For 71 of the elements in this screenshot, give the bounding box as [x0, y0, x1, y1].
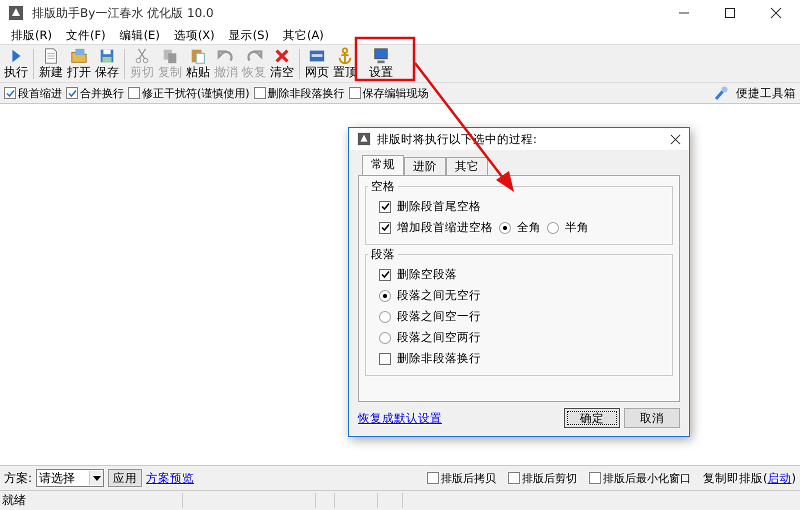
toolbar-button[interactable]: 执行	[2, 46, 30, 81]
app-icon	[357, 132, 371, 146]
close-icon[interactable]	[770, 7, 782, 19]
wrench-icon	[713, 85, 729, 101]
menu-item[interactable]: 选项(X)	[166, 28, 222, 42]
option-checkbox[interactable]: 删除非段落换行	[254, 86, 345, 100]
menu-item[interactable]: 排版(R)	[4, 28, 59, 42]
toolbar-button[interactable]: 保存	[93, 46, 121, 81]
floppy-icon	[98, 47, 116, 65]
window-title: 排版助手By一江春水 优化版 10.0	[32, 4, 214, 22]
tab[interactable]: 进阶	[404, 157, 446, 175]
app-icon	[8, 5, 24, 21]
copy-typeset-label: 复制即排版(	[703, 470, 768, 486]
radio-button[interactable]: 段落之间空两行	[379, 330, 481, 345]
toolbar-button[interactable]: 粘贴	[184, 46, 212, 81]
check-icon	[6, 88, 14, 98]
apply-button[interactable]: 应用	[108, 469, 142, 487]
scheme-dropdown[interactable]: 请选择	[36, 469, 104, 487]
group-title: 段落	[370, 247, 396, 262]
folder-icon	[70, 47, 88, 65]
radio-button[interactable]: 段落之间无空行	[379, 288, 481, 303]
check-icon	[380, 223, 390, 232]
toolbar-button[interactable]: 新建	[37, 46, 65, 81]
toolbar-button[interactable]: 打开	[65, 46, 93, 81]
tab[interactable]: 其它	[446, 157, 488, 175]
cross-icon	[273, 47, 291, 65]
status-text: 就绪	[1, 492, 27, 509]
group-title: 空格	[370, 179, 396, 194]
dialog-button[interactable]: 确定	[564, 408, 620, 428]
option-checkbox[interactable]: 修正干扰符(谨慎使用)	[128, 86, 250, 100]
menu-item[interactable]: 编辑(E)	[112, 28, 167, 42]
preview-link[interactable]: 方案预览	[146, 470, 194, 486]
toolbox-button[interactable]: 便捷工具箱	[736, 86, 796, 100]
reset-link[interactable]: 恢复成默认设置	[358, 410, 442, 426]
option-checkbox[interactable]: 排版后剪切	[508, 470, 577, 486]
radio-button[interactable]: 段落之间空一行	[379, 309, 481, 324]
option-checkbox[interactable]: 合并换行	[66, 86, 124, 100]
scissors-icon	[133, 47, 151, 65]
option-checkbox[interactable]: 段首缩进	[4, 86, 62, 100]
close-icon[interactable]	[670, 134, 681, 144]
paren-text: )	[792, 471, 796, 485]
maximize-icon[interactable]	[724, 7, 736, 19]
checkbox[interactable]: 删除非段落换行	[379, 351, 481, 366]
check-icon	[380, 202, 390, 211]
scheme-label: 方案:	[4, 470, 32, 486]
dropdown-arrow-icon	[92, 476, 101, 480]
pages-icon	[161, 47, 179, 65]
check-icon	[68, 88, 76, 98]
dialog-button[interactable]: 取消	[624, 408, 680, 428]
clipboard-icon	[189, 47, 207, 65]
document-icon	[42, 47, 60, 65]
toolbar-button[interactable]: 清空	[268, 46, 296, 81]
highlight-frame	[354, 36, 416, 82]
tab[interactable]: 常规	[362, 155, 404, 175]
checkbox[interactable]: 增加段首缩进空格	[379, 220, 493, 235]
option-checkbox[interactable]: 排版后拷贝	[427, 470, 496, 486]
start-link[interactable]: 启动	[768, 470, 792, 486]
menu-item[interactable]: 显示(S)	[222, 28, 276, 42]
toolbar-button[interactable]: 设置	[367, 46, 395, 81]
checkbox[interactable]: 删除段首尾空格	[379, 199, 481, 214]
option-checkbox[interactable]: 保存编辑现场	[348, 86, 429, 100]
toolbar-button[interactable]: 网页	[303, 46, 331, 81]
menu-item[interactable]: 文件(F)	[58, 28, 113, 42]
check-icon	[380, 270, 390, 279]
anchor-icon	[336, 47, 354, 65]
radio-button[interactable]: 半角	[547, 220, 589, 235]
option-checkbox[interactable]: 排版后最小化窗口	[589, 470, 691, 486]
menu-item[interactable]: 其它(A)	[276, 28, 331, 42]
checkbox[interactable]: 删除空段落	[379, 267, 457, 282]
monitor-icon	[372, 47, 390, 65]
radio-button[interactable]: 全角	[499, 220, 541, 235]
